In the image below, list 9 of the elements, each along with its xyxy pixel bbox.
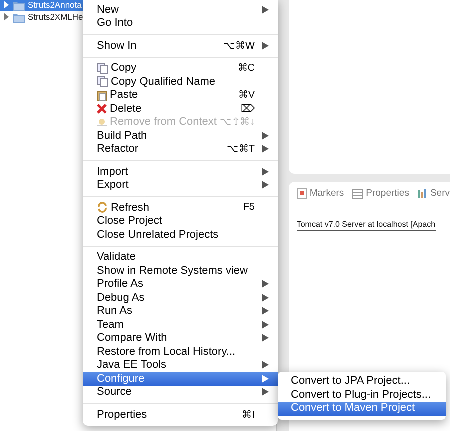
shortcut-text: ⌘I [242, 408, 255, 421]
shortcut-text: ⌥⌘W [224, 40, 255, 52]
shortcut-text: ⌥⌘T [226, 143, 255, 156]
shortcut-text: ⌥⇧⌘↓ [220, 116, 255, 128]
shortcut-text: ⌘V [238, 89, 255, 102]
shortcut-text: ⌦ [241, 102, 255, 115]
console-title: Tomcat v7.0 Server at localhost [Apach [296, 220, 436, 231]
shortcut-text: ⌘C [238, 62, 255, 74]
shortcut-text: F5 [243, 202, 255, 214]
